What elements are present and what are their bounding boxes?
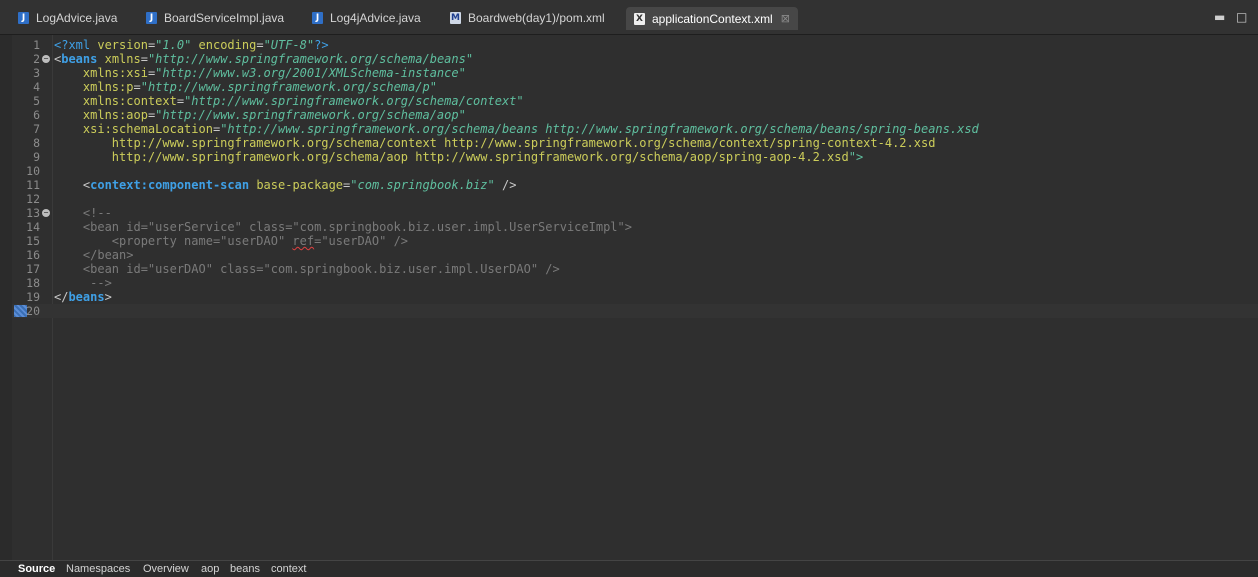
code-lines: 1 <?xml version="1.0" encoding="UTF-8"?> 2…: [12, 38, 1258, 318]
code-line: 5 xmlns:context="http://www.springframew…: [12, 94, 1258, 108]
code-line: 15 <property name="userDAO" ref="userDAO…: [12, 234, 1258, 248]
code-text: http://www.springframework.org/schema/co…: [111, 136, 936, 150]
code-text: xsi:schemaLocation="http://www.springfra…: [82, 122, 979, 136]
code-text: </bean>: [54, 248, 134, 262]
tab-source[interactable]: Source: [18, 563, 55, 575]
code-line: 6 xmlns:aop="http://www.springframework.…: [12, 108, 1258, 122]
tab-applicationcontext-xml[interactable]: X applicationContext.xml ⊠: [626, 7, 798, 30]
tab-context[interactable]: context: [271, 563, 306, 575]
code-text: <bean id="userDAO" class="com.springbook…: [54, 262, 560, 276]
java-file-icon: J: [18, 12, 29, 24]
tab-boardserviceimpl-java[interactable]: J BoardServiceImpl.java: [146, 6, 284, 30]
xml-source-editor[interactable]: 1 <?xml version="1.0" encoding="UTF-8"?> 2…: [12, 35, 1258, 560]
code-line: 16 </bean>: [12, 248, 1258, 262]
code-line: 2− <beans xmlns="http://www.springframewo…: [12, 52, 1258, 66]
tab-overview[interactable]: Overview: [143, 563, 189, 575]
code-text: <bean id="userService" class="com.spring…: [54, 220, 632, 234]
code-text: xmlns:p="http://www.springframework.org/…: [82, 80, 437, 94]
line-number: 14: [26, 220, 40, 234]
line-number: 8: [33, 136, 40, 150]
tab-label: applicationContext.xml: [652, 11, 773, 26]
editor-tab-bar: J LogAdvice.java J BoardServiceImpl.java…: [0, 0, 1258, 35]
editor-mode-tabs: Source Namespaces Overview aop beans con…: [0, 560, 1258, 577]
fold-toggle-icon[interactable]: −: [42, 209, 50, 217]
code-line: 12: [12, 192, 1258, 206]
current-line-marker-icon: [14, 305, 27, 317]
tab-aop[interactable]: aop: [201, 563, 219, 575]
tab-label: BoardServiceImpl.java: [164, 11, 285, 25]
line-number: 15: [26, 234, 40, 248]
code-text: <context:component-scan base-package="co…: [82, 178, 517, 192]
code-line: 19 </beans>: [12, 290, 1258, 304]
line-number: 11: [26, 178, 40, 192]
tab-log4jadvice-java[interactable]: J Log4jAdvice.java: [312, 6, 421, 30]
code-text: <?xml version="1.0" encoding="UTF-8"?>: [54, 38, 329, 52]
line-number: 4: [33, 80, 40, 94]
line-number: 6: [33, 108, 40, 122]
tab-label: Log4jAdvice.java: [330, 11, 421, 25]
tab-logadvice-java[interactable]: J LogAdvice.java: [18, 6, 117, 30]
code-line: 18 -->: [12, 276, 1258, 290]
line-number: 2: [33, 52, 40, 66]
code-line: 7 xsi:schemaLocation="http://www.springf…: [12, 122, 1258, 136]
code-text: <!--: [54, 206, 112, 220]
code-line: 3 xmlns:xsi="http://www.w3.org/2001/XMLS…: [12, 66, 1258, 80]
code-line: 8 http://www.springframework.org/schema/…: [12, 136, 1258, 150]
code-line: 10: [12, 164, 1258, 178]
code-text: xmlns:aop="http://www.springframework.or…: [82, 108, 466, 122]
tab-label: Boardweb(day1)/pom.xml: [468, 11, 605, 25]
line-number: 7: [33, 122, 40, 136]
code-text: </beans>: [54, 290, 112, 304]
line-number: 18: [26, 276, 40, 290]
tab-label: LogAdvice.java: [36, 11, 118, 25]
tab-namespaces[interactable]: Namespaces: [66, 563, 130, 575]
java-file-icon: J: [312, 12, 323, 24]
code-line: 11 <context:component-scan base-package=…: [12, 178, 1258, 192]
code-text: <beans xmlns="http://www.springframework…: [54, 52, 474, 66]
minimize-icon[interactable]: ▬: [1214, 10, 1225, 24]
code-line: 13− <!--: [12, 206, 1258, 220]
line-number: 19: [26, 290, 40, 304]
code-text: -->: [54, 276, 112, 290]
line-number: 10: [26, 164, 40, 178]
code-line: 14 <bean id="userService" class="com.spr…: [12, 220, 1258, 234]
line-number: 1: [33, 38, 40, 52]
fold-toggle-icon[interactable]: −: [42, 55, 50, 63]
xml-file-icon: X: [634, 12, 645, 25]
code-line: 4 xmlns:p="http://www.springframework.or…: [12, 80, 1258, 94]
code-line: 1 <?xml version="1.0" encoding="UTF-8"?>: [12, 38, 1258, 52]
maximize-icon[interactable]: □: [1236, 10, 1247, 24]
code-text: http://www.springframework.org/schema/ao…: [111, 150, 864, 164]
maven-file-icon: M: [450, 12, 461, 24]
code-text: <property name="userDAO" ref="userDAO" /…: [54, 234, 409, 248]
tab-pom-xml[interactable]: M Boardweb(day1)/pom.xml: [450, 6, 605, 30]
java-file-icon: J: [146, 12, 157, 24]
code-line: 9 http://www.springframework.org/schema/…: [12, 150, 1258, 164]
line-number: 17: [26, 262, 40, 276]
close-tab-icon[interactable]: ⊠: [781, 12, 790, 25]
line-number: 16: [26, 248, 40, 262]
line-number: 5: [33, 94, 40, 108]
code-text: xmlns:context="http://www.springframewor…: [82, 94, 524, 108]
code-line: 20: [12, 304, 1258, 318]
line-number: 9: [33, 150, 40, 164]
line-number: 12: [26, 192, 40, 206]
code-line: 17 <bean id="userDAO" class="com.springb…: [12, 262, 1258, 276]
code-text: xmlns:xsi="http://www.w3.org/2001/XMLSch…: [82, 66, 466, 80]
line-number: 3: [33, 66, 40, 80]
line-number: 13: [26, 206, 40, 220]
tab-beans[interactable]: beans: [230, 563, 260, 575]
